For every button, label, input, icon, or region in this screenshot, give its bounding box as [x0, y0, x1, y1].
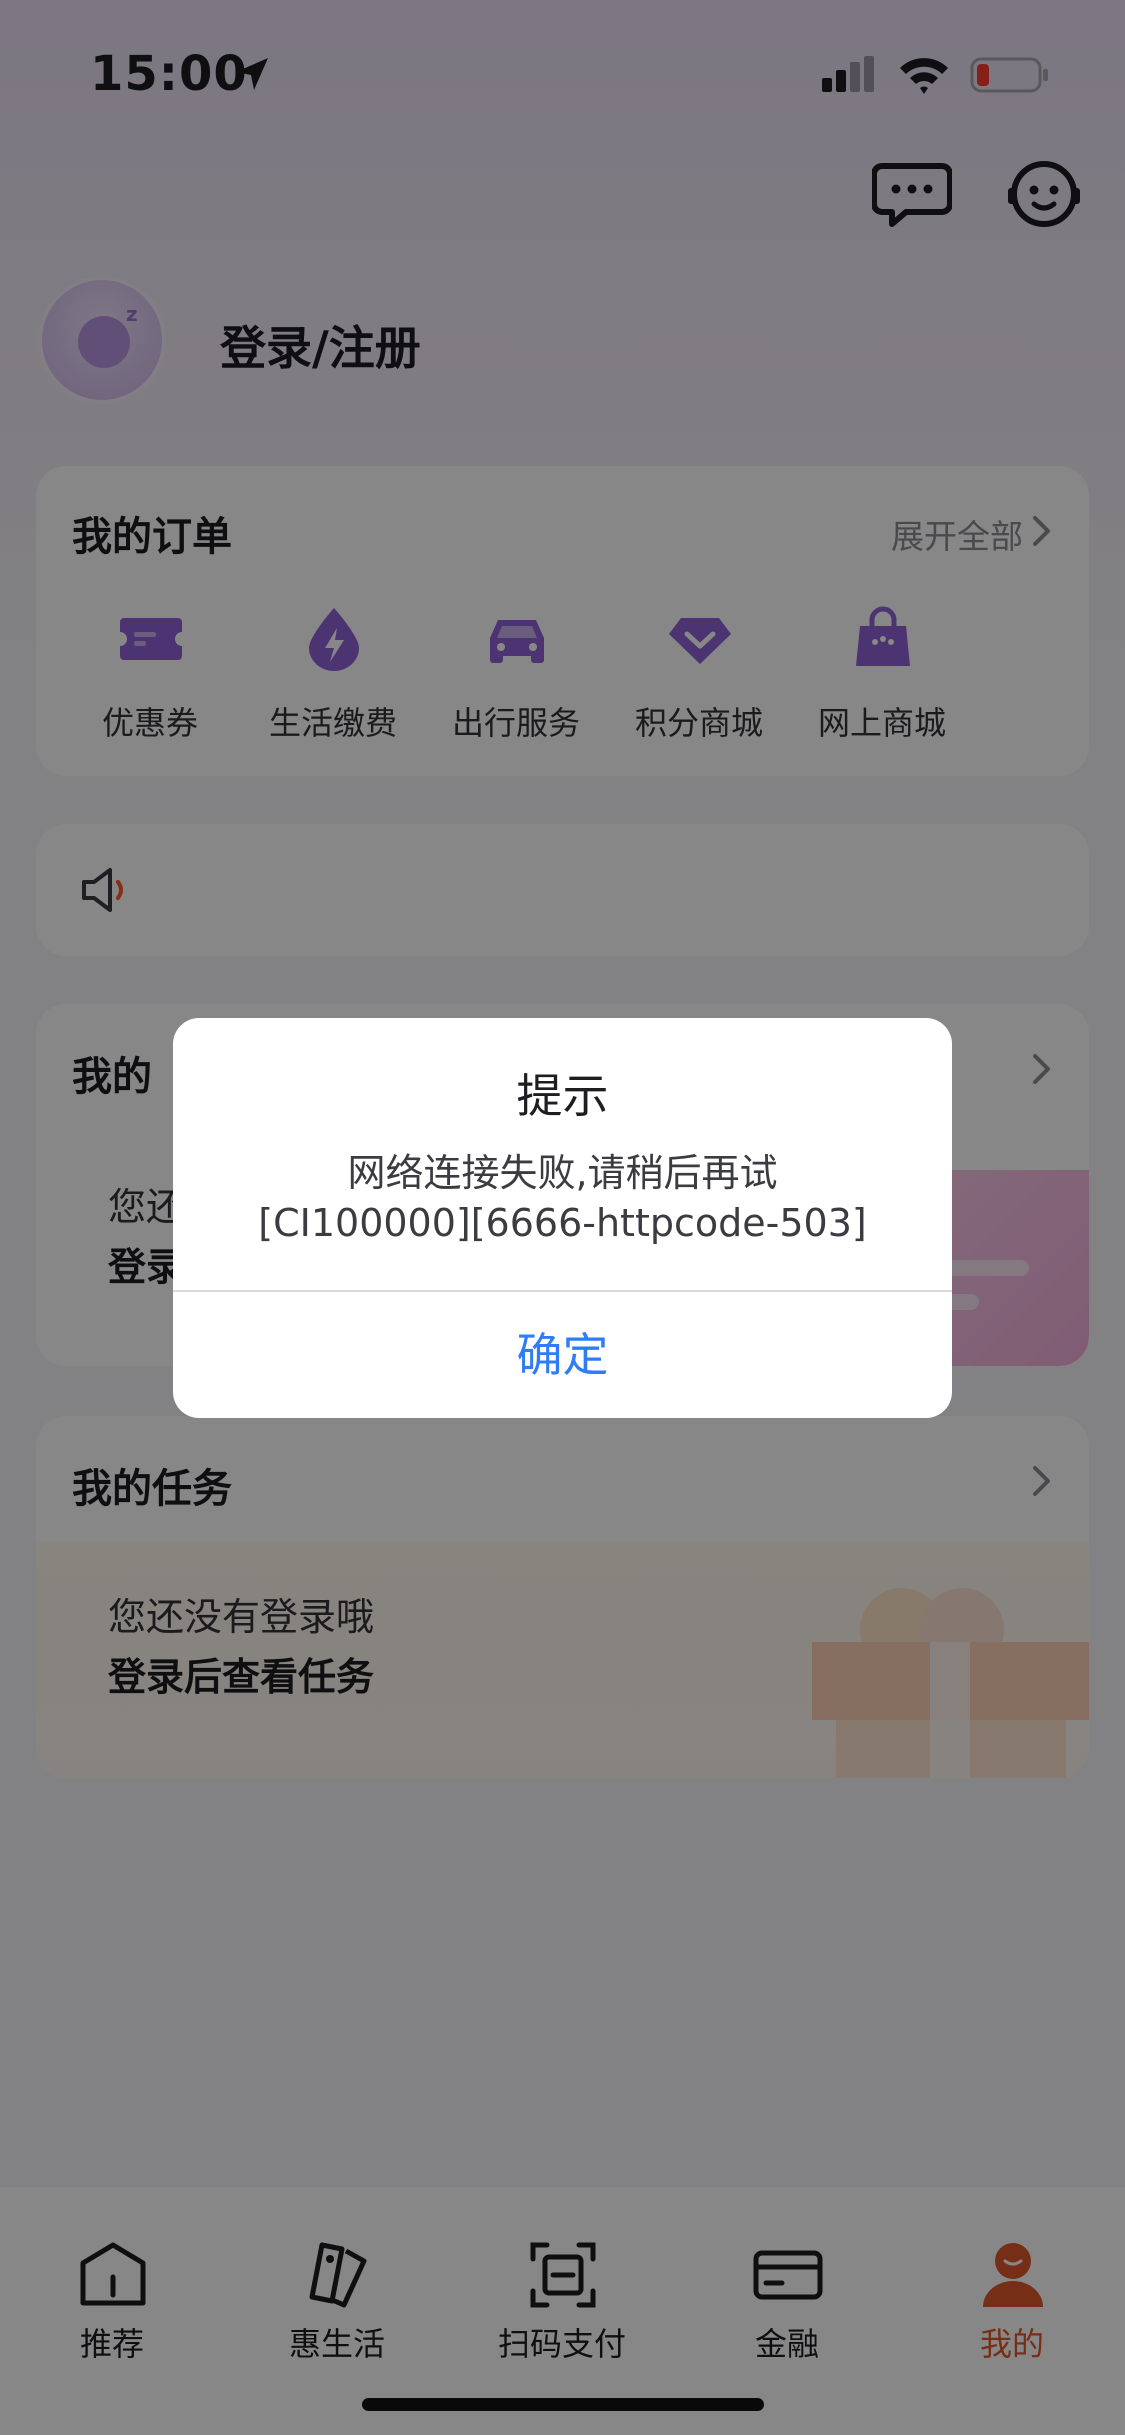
dialog-title: 提示: [516, 1069, 609, 1123]
alert-dialog: 提示 网络连接失败,请稍后再试 [CI100000][6666-httpcode…: [173, 1018, 952, 1418]
dialog-message-line2: [CI100000][6666-httpcode-503]: [258, 1201, 867, 1245]
confirm-button[interactable]: 确定: [173, 1292, 952, 1418]
dialog-message-line1: 网络连接失败,请稍后再试: [347, 1151, 778, 1195]
app-page: 15:00 z 登录/注册 我的订单 展开全部 优惠券 生活缴费 出行服务 积分…: [0, 0, 1125, 2435]
dialog-message: 网络连接失败,请稍后再试 [CI100000][6666-httpcode-50…: [173, 1148, 952, 1248]
